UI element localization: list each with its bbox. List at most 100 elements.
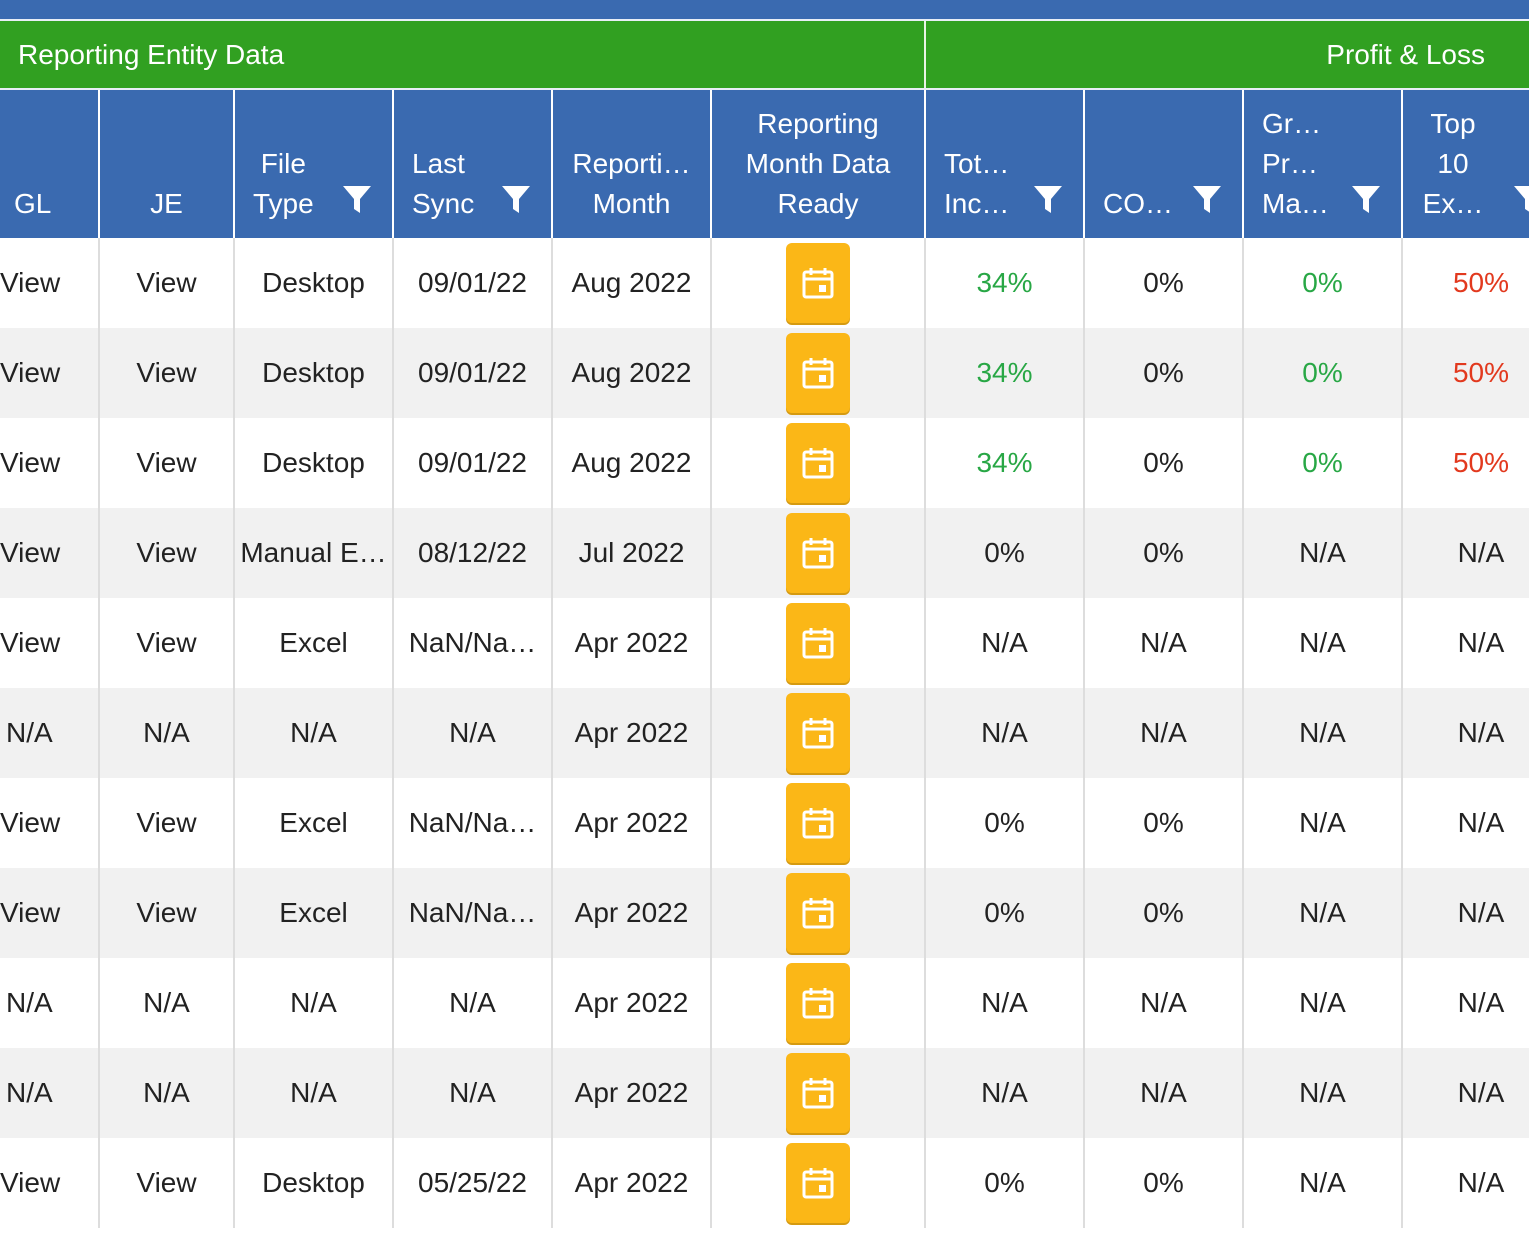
cell-total-income-value: 0% [984,807,1025,838]
calendar-button[interactable] [786,603,850,683]
cell-cogs: N/A [1085,1048,1244,1138]
cell-cogs: 0% [1085,238,1244,328]
calendar-icon [802,1078,834,1109]
cell-gl-value[interactable]: View [0,267,60,299]
calendar-button[interactable] [786,333,850,413]
cell-je[interactable]: View [100,1138,235,1228]
cell-total-income: N/A [926,1048,1085,1138]
cell-gross-profit-margin: 0% [1244,238,1403,328]
cell-je[interactable]: View [100,598,235,688]
calendar-button[interactable] [786,873,850,953]
cell-file-type-value: N/A [290,987,337,1018]
cell-gl[interactable]: View [0,418,100,508]
cell-je-value[interactable]: View [136,627,196,659]
calendar-button[interactable] [786,1053,850,1133]
cell-gl[interactable]: View [0,1138,100,1228]
cell-reporting-month: Apr 2022 [553,598,712,688]
cell-gl-value[interactable]: View [0,537,60,569]
column-header-last-sync[interactable]: Last Sync [394,90,553,238]
filter-funnel-icon[interactable] [1513,184,1529,216]
column-header-label: Top 10 Ex… [1422,108,1484,219]
calendar-button[interactable] [786,243,850,323]
column-header-total-income[interactable]: Tot… Inc… [926,90,1085,238]
cell-gl-value[interactable]: View [0,1167,60,1199]
cell-cogs-value: 0% [1143,807,1184,838]
column-header-cogs[interactable]: CO… [1085,90,1244,238]
cell-gl-value[interactable]: View [0,447,60,479]
cell-je-value[interactable]: View [136,357,196,389]
column-header-gl[interactable]: GL [0,90,100,238]
calendar-button[interactable] [786,1143,850,1223]
cell-top10-expenses: N/A [1403,958,1529,1048]
column-header-je[interactable]: JE [100,90,235,238]
cell-last-sync-value: N/A [449,717,496,748]
cell-gl-value[interactable]: View [0,357,60,389]
calendar-button[interactable] [786,963,850,1043]
column-header-file-type[interactable]: File Type [235,90,394,238]
cell-je[interactable]: View [100,328,235,418]
cell-je: N/A [100,1048,235,1138]
cell-month-data-ready [712,1048,926,1138]
cell-je-value[interactable]: View [136,537,196,569]
cell-last-sync: N/A [394,958,553,1048]
cell-top10-expenses-value: N/A [1457,537,1505,568]
cell-je[interactable]: View [100,778,235,868]
top-bar [0,0,1529,19]
cell-reporting-month: Jul 2022 [553,508,712,598]
column-header-reporting-month[interactable]: Reporti… Month [553,90,712,238]
column-header-label: Gr… Pr… Ma… [1262,108,1329,219]
calendar-button[interactable] [786,423,850,503]
group-header-label: Reporting Entity Data [18,38,285,70]
cell-gl[interactable]: View [0,328,100,418]
cell-gl[interactable]: View [0,598,100,688]
cell-top10-expenses-value: 50% [1452,357,1510,388]
column-header-top10-expenses[interactable]: Top 10 Ex… [1403,90,1529,238]
cell-gl[interactable]: View [0,508,100,598]
filter-funnel-icon[interactable] [501,184,531,216]
cell-gl-value: N/A [6,717,53,748]
cell-je-value[interactable]: View [136,807,196,839]
cell-cogs: N/A [1085,958,1244,1048]
filter-funnel-icon[interactable] [1033,184,1063,216]
calendar-button[interactable] [786,693,850,773]
column-header-gross-profit-margin[interactable]: Gr… Pr… Ma… [1244,90,1403,238]
filter-funnel-icon[interactable] [1192,184,1222,216]
cell-total-income: 34% [926,328,1085,418]
cell-je[interactable]: View [100,238,235,328]
calendar-icon [802,358,834,389]
column-header-month-data-ready[interactable]: Reporting Month Data Ready [712,90,926,238]
cell-cogs: 0% [1085,868,1244,958]
cell-month-data-ready [712,958,926,1048]
cell-gl-value[interactable]: View [0,807,60,839]
cell-je-value[interactable]: View [136,897,196,929]
cell-last-sync: 08/12/22 [394,508,553,598]
cell-file-type-value: Excel [279,627,348,658]
cell-gl-value[interactable]: View [0,627,60,659]
cell-je-value[interactable]: View [136,267,196,299]
cell-je[interactable]: View [100,508,235,598]
cell-cogs: 0% [1085,328,1244,418]
cell-je-value[interactable]: View [136,1167,196,1199]
cell-je[interactable]: View [100,418,235,508]
cell-je-value[interactable]: View [136,447,196,479]
cell-gl[interactable]: View [0,238,100,328]
filter-funnel-icon[interactable] [1351,184,1381,216]
cell-file-type-value: Desktop [262,447,365,478]
cell-last-sync-value: 05/25/22 [418,1167,527,1198]
cell-top10-expenses: 50% [1403,328,1529,418]
cell-gl-value[interactable]: View [0,897,60,929]
cell-gl[interactable]: View [0,778,100,868]
cell-last-sync-value: 09/01/22 [418,357,527,388]
cell-month-data-ready [712,868,926,958]
calendar-button[interactable] [786,783,850,863]
cell-je[interactable]: View [100,868,235,958]
cell-month-data-ready [712,688,926,778]
calendar-button[interactable] [786,513,850,593]
cell-gross-profit-margin: N/A [1244,598,1403,688]
cell-gl[interactable]: View [0,868,100,958]
cell-file-type: Excel [235,598,394,688]
cell-total-income-value: N/A [981,987,1028,1018]
cell-reporting-month-value: Apr 2022 [574,627,689,658]
filter-funnel-icon[interactable] [342,184,372,216]
cell-je-value: N/A [143,1077,190,1108]
